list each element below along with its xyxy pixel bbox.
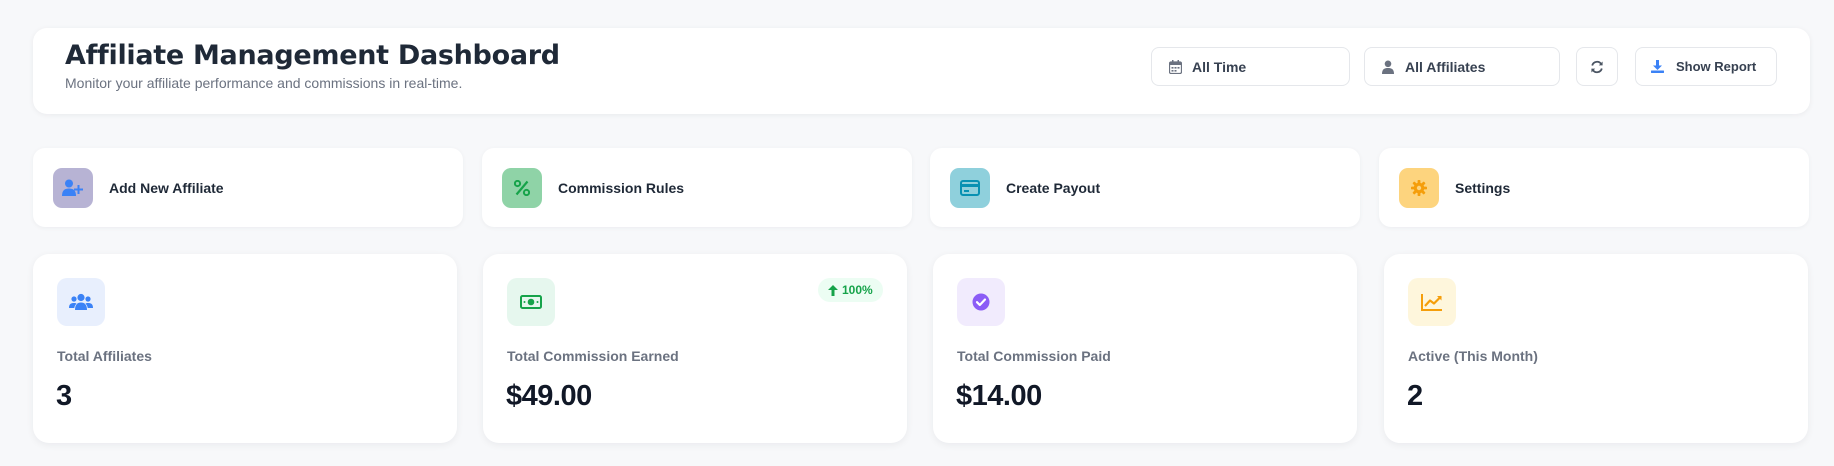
credit-card-icon bbox=[950, 167, 990, 208]
total-affiliates-card: Total Affiliates 3 bbox=[33, 254, 457, 443]
download-icon bbox=[1650, 60, 1664, 74]
refresh-icon bbox=[1590, 60, 1604, 74]
action-label: Create Payout bbox=[1006, 179, 1101, 196]
date-range-value: All Time bbox=[1192, 58, 1247, 75]
percent-icon bbox=[502, 167, 542, 208]
show-report-button[interactable]: Show Report bbox=[1635, 47, 1777, 86]
stat-value: $14.00 bbox=[956, 380, 1042, 412]
dashboard-header: Affiliate Management Dashboard Monitor y… bbox=[33, 28, 1810, 114]
stat-value: 2 bbox=[1407, 380, 1423, 412]
total-commission-paid-card: Total Commission Paid $14.00 bbox=[933, 254, 1357, 443]
stat-label: Total Commission Earned bbox=[507, 348, 679, 364]
chart-line-icon bbox=[1408, 278, 1456, 326]
arrow-up-icon bbox=[828, 284, 838, 296]
gear-icon bbox=[1399, 167, 1439, 208]
action-label: Add New Affiliate bbox=[109, 179, 224, 196]
users-icon bbox=[57, 278, 105, 326]
add-new-affiliate-card[interactable]: Add New Affiliate bbox=[33, 148, 463, 227]
stat-label: Total Commission Paid bbox=[957, 348, 1111, 364]
total-commission-earned-card: 100% Total Commission Earned $49.00 bbox=[483, 254, 907, 443]
page-subtitle: Monitor your affiliate performance and c… bbox=[65, 75, 463, 91]
trend-value: 100% bbox=[842, 283, 873, 297]
trend-badge: 100% bbox=[818, 278, 883, 302]
user-icon bbox=[1381, 60, 1395, 74]
page-title: Affiliate Management Dashboard bbox=[65, 40, 560, 71]
show-report-label: Show Report bbox=[1676, 59, 1757, 74]
create-payout-card[interactable]: Create Payout bbox=[930, 148, 1360, 227]
stat-label: Total Affiliates bbox=[57, 348, 152, 364]
active-this-month-card: Active (This Month) 2 bbox=[1384, 254, 1808, 443]
action-label: Settings bbox=[1455, 179, 1511, 196]
affiliate-select-value: All Affiliates bbox=[1405, 58, 1486, 75]
stat-label: Active (This Month) bbox=[1408, 348, 1538, 364]
date-range-select[interactable]: All Time bbox=[1151, 47, 1350, 86]
affiliate-select[interactable]: All Affiliates bbox=[1364, 47, 1560, 86]
check-circle-icon bbox=[957, 278, 1005, 326]
stat-value: $49.00 bbox=[506, 380, 592, 412]
settings-card[interactable]: Settings bbox=[1379, 148, 1809, 227]
stat-value: 3 bbox=[56, 380, 72, 412]
calendar-icon bbox=[1168, 59, 1182, 74]
refresh-button[interactable] bbox=[1576, 47, 1618, 86]
user-plus-icon bbox=[53, 167, 93, 208]
money-bill-icon bbox=[507, 278, 555, 326]
action-label: Commission Rules bbox=[558, 179, 685, 196]
commission-rules-card[interactable]: Commission Rules bbox=[482, 148, 912, 227]
